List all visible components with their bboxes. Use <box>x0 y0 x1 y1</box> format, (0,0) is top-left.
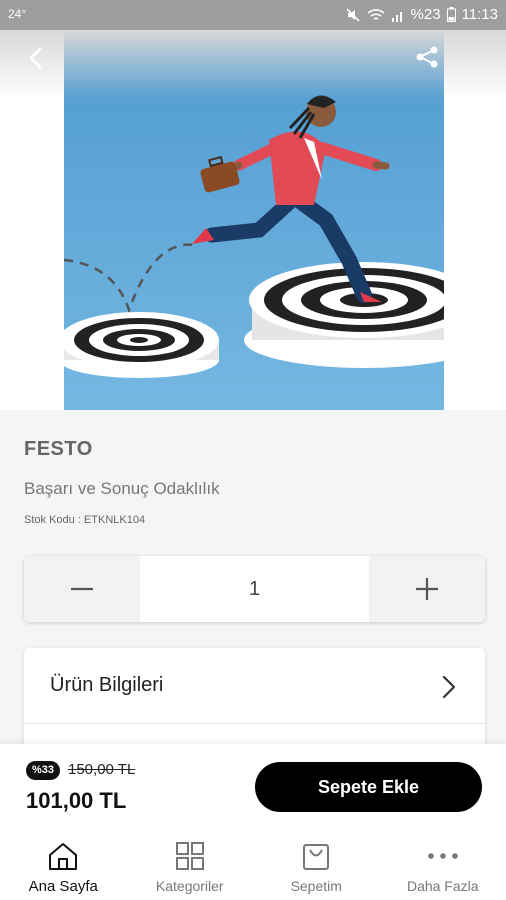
old-price: 150,00 TL <box>68 761 136 778</box>
current-price: 101,00 TL <box>26 788 127 813</box>
more-icon <box>427 853 458 859</box>
product-info-row[interactable]: Ürün Bilgileri <box>24 648 485 724</box>
status-bar: 24° %23 11:13 <box>0 0 506 30</box>
clock-text: 11:13 <box>461 6 498 23</box>
signal-icon <box>391 8 405 22</box>
battery-icon <box>446 7 456 22</box>
back-button[interactable] <box>22 44 50 72</box>
product-brand: FESTO <box>24 438 93 460</box>
add-to-cart-button[interactable]: Sepete Ekle <box>255 762 482 812</box>
increase-quantity-button[interactable] <box>369 556 485 622</box>
share-icon <box>416 46 438 68</box>
product-info-label: Ürün Bilgileri <box>50 674 164 696</box>
home-icon <box>49 843 78 870</box>
product-name: Başarı ve Sonuç Odaklılık <box>24 479 220 498</box>
temperature-text: 24° <box>8 7 27 21</box>
share-button[interactable] <box>414 44 440 70</box>
nav-label-home: Ana Sayfa <box>28 878 98 895</box>
status-icons: %23 11:13 <box>345 6 498 23</box>
battery-percent: %23 <box>410 6 441 23</box>
nav-item-categories[interactable]: Kategoriler <box>127 832 254 900</box>
nav-item-cart[interactable]: Sepetim <box>253 832 380 900</box>
nav-item-more[interactable]: Daha Fazla <box>380 832 506 900</box>
chevron-left-icon <box>29 47 42 69</box>
chevron-right-icon <box>442 675 456 699</box>
add-to-cart-bar: %33 150,00 TL 101,00 TL Sepete Ekle <box>0 744 506 832</box>
bag-icon <box>303 844 330 870</box>
nav-label-cart: Sepetim <box>290 878 342 894</box>
nav-label-categories: Kategoriler <box>155 878 224 894</box>
product-image-area <box>0 30 506 410</box>
nav-label-more: Daha Fazla <box>406 878 479 894</box>
discount-badge: %33 <box>26 761 61 780</box>
decrease-quantity-button[interactable] <box>24 556 140 622</box>
quantity-stepper: 1 <box>24 556 485 622</box>
minus-icon <box>71 587 93 591</box>
stock-code: Stok Kodu : ETKNLK104 <box>24 514 146 526</box>
mute-icon <box>345 7 361 23</box>
grid-icon <box>175 842 204 870</box>
quantity-value[interactable]: 1 <box>140 556 369 622</box>
plus-icon <box>416 578 438 600</box>
wifi-icon <box>366 8 385 22</box>
bottom-navigation: Ana Sayfa Kategoriler Sepetim Daha Fazla <box>0 832 506 900</box>
nav-item-home[interactable]: Ana Sayfa <box>0 832 127 900</box>
